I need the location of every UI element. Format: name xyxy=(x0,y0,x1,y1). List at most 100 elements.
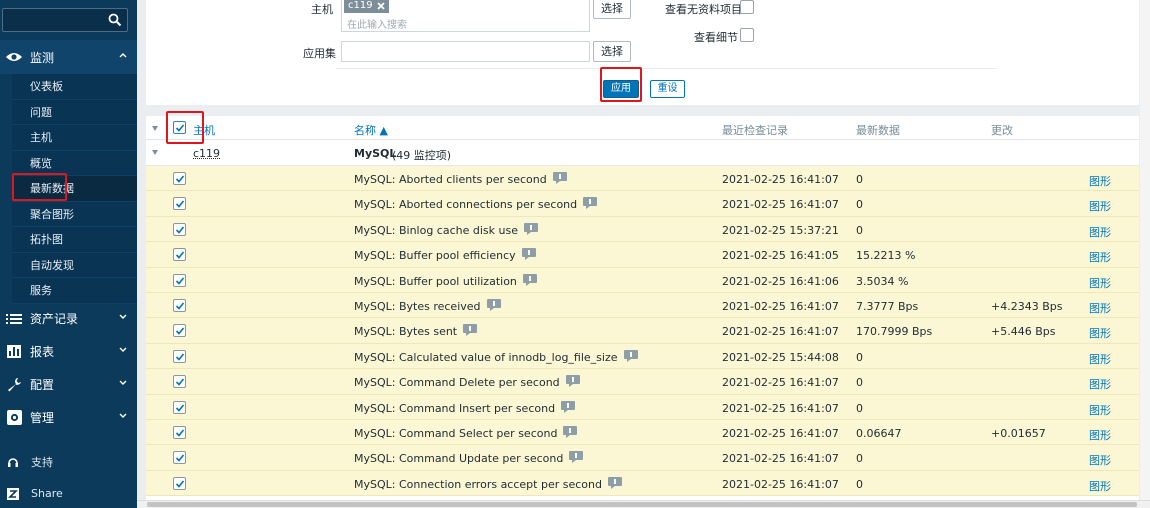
checkmark-icon xyxy=(175,175,185,183)
sidebar-item-screens[interactable]: 聚合图形 xyxy=(12,201,137,227)
table-header: 主机 名称 ▲ 最近检查记录 最新数据 更改 xyxy=(146,116,1139,140)
item-name: MySQL: Aborted connections per second xyxy=(354,197,598,211)
graph-link[interactable]: 图形 xyxy=(1089,351,1111,367)
show-nodata-label: 查看无资料项目 xyxy=(665,3,742,16)
item-name-text: MySQL: Command Update per second xyxy=(354,452,564,466)
graph-link[interactable]: 图形 xyxy=(1089,402,1111,418)
sidebar-item-latest-data[interactable]: 最新数据 xyxy=(12,176,137,202)
item-info-icon[interactable] xyxy=(563,426,578,438)
nav-section-assets[interactable]: 资产记录 xyxy=(0,302,137,335)
item-info-icon[interactable] xyxy=(583,197,598,210)
row-checkbox[interactable] xyxy=(173,375,186,389)
share-link[interactable]: Share xyxy=(0,487,137,500)
item-last-value: 0 xyxy=(856,452,863,466)
sidebar-item-hosts[interactable]: 主机 xyxy=(12,125,137,151)
item-change: +5.446 Bps xyxy=(991,325,1056,339)
sidebar-item-maps[interactable]: 拓扑图 xyxy=(12,227,137,253)
reset-button[interactable]: 重设 xyxy=(650,80,685,98)
graph-link[interactable]: 图形 xyxy=(1089,249,1111,265)
vertical-scrollbar[interactable] xyxy=(1140,0,1150,500)
table-row: MySQL: Connection errors accept per seco… xyxy=(146,470,1139,497)
collapse-all-icon[interactable] xyxy=(152,126,158,131)
graph-link[interactable]: 图形 xyxy=(1089,427,1111,443)
scrollbar-thumb[interactable] xyxy=(147,502,1137,507)
graph-link[interactable]: 图形 xyxy=(1089,198,1111,214)
sidebar-item-dashboard[interactable]: 仪表板 xyxy=(12,74,137,100)
item-name: MySQL: Bytes received xyxy=(354,299,501,313)
appset-select-button[interactable]: 选择 xyxy=(593,41,631,62)
sidebar-item-problems[interactable]: 问题 xyxy=(12,99,137,125)
graph-link[interactable]: 图形 xyxy=(1089,275,1111,291)
row-checkbox[interactable] xyxy=(173,349,186,363)
item-info-icon[interactable] xyxy=(524,222,538,235)
checkmark-icon xyxy=(175,404,185,412)
item-info-icon[interactable] xyxy=(463,324,478,337)
row-checkbox[interactable] xyxy=(173,451,186,465)
graph-link[interactable]: 图形 xyxy=(1089,300,1111,316)
item-change: +4.2343 Bps xyxy=(991,300,1063,313)
graph-link[interactable]: 图形 xyxy=(1089,376,1111,392)
item-info-icon[interactable] xyxy=(623,349,638,362)
horizontal-scrollbar[interactable] xyxy=(137,500,1150,508)
row-checkbox[interactable] xyxy=(173,273,186,287)
row-checkbox[interactable] xyxy=(173,222,186,236)
row-checkbox[interactable] xyxy=(173,324,186,338)
item-info-icon[interactable] xyxy=(522,273,537,286)
item-info-icon[interactable] xyxy=(486,299,501,311)
sidebar-item-label: 概览 xyxy=(30,156,52,170)
sidebar-item-services[interactable]: 服务 xyxy=(12,278,137,304)
appset-input[interactable] xyxy=(341,41,590,62)
support-label: 支持 xyxy=(31,456,53,469)
nav-section-config[interactable]: 配置 xyxy=(0,368,137,401)
row-checkbox[interactable] xyxy=(173,476,186,490)
nav-section-admin[interactable]: 管理 xyxy=(0,401,137,434)
graph-link[interactable]: 图形 xyxy=(1089,478,1111,494)
graph-link[interactable]: 图形 xyxy=(1089,325,1111,341)
table-row: MySQL: Command Insert per second 2021-02-… xyxy=(146,394,1139,420)
item-name-text: MySQL: Command Delete per second xyxy=(354,376,560,390)
nav-section-monitor[interactable]: 监测 xyxy=(0,40,137,74)
show-details-checkbox[interactable] xyxy=(740,28,754,42)
item-name: MySQL: Aborted clients per second xyxy=(354,172,567,186)
remove-tag-icon[interactable] xyxy=(376,2,385,10)
select-all-checkbox[interactable] xyxy=(173,121,186,134)
item-last-check: 2021-02-25 16:41:05 xyxy=(722,249,839,263)
item-last-check: 2021-02-25 16:41:07 xyxy=(722,401,839,415)
sidebar-search-input[interactable] xyxy=(2,8,128,32)
row-checkbox[interactable] xyxy=(173,172,186,185)
show-nodata-checkbox[interactable] xyxy=(740,0,754,14)
item-info-icon[interactable] xyxy=(552,172,567,184)
search-icon[interactable] xyxy=(108,13,122,27)
item-last-check: 2021-02-25 16:41:06 xyxy=(722,274,839,288)
sidebar-item-discovery[interactable]: 自动发现 xyxy=(12,252,137,278)
host-multiselect[interactable]: c119 在此输入搜索 xyxy=(341,0,590,32)
row-checkbox[interactable] xyxy=(173,400,186,414)
item-info-icon[interactable] xyxy=(521,248,536,261)
host-select-button[interactable]: 选择 xyxy=(593,0,631,19)
sidebar-item-overview[interactable]: 概览 xyxy=(12,150,137,176)
row-checkbox[interactable] xyxy=(173,248,186,262)
sidebar: 监测 仪表板 问题 主机 概览 最新数据 聚合图形 拓扑图 自动发现 服务 资产… xyxy=(0,0,137,508)
column-header-host[interactable]: 主机 xyxy=(193,122,215,138)
item-last-check: 2021-02-25 15:44:08 xyxy=(722,350,839,364)
nav-section-reports[interactable]: 报表 xyxy=(0,335,137,368)
graph-link[interactable]: 图形 xyxy=(1089,224,1111,240)
item-info-icon[interactable] xyxy=(565,375,580,388)
checkmark-icon xyxy=(175,277,185,285)
eye-icon xyxy=(4,51,24,63)
apply-button[interactable]: 应用 xyxy=(603,80,639,98)
column-header-name[interactable]: 名称 ▲ xyxy=(354,122,388,138)
item-info-icon[interactable] xyxy=(607,476,622,489)
group-host[interactable]: c119 xyxy=(193,147,220,160)
row-checkbox[interactable] xyxy=(173,197,186,211)
host-search-placeholder[interactable]: 在此输入搜索 xyxy=(347,16,407,31)
row-checkbox[interactable] xyxy=(173,299,186,312)
collapse-group-icon[interactable] xyxy=(152,150,158,155)
graph-link[interactable]: 图形 xyxy=(1089,452,1111,468)
wrench-icon xyxy=(4,377,24,392)
support-link[interactable]: 支持 xyxy=(0,454,137,470)
graph-link[interactable]: 图形 xyxy=(1089,173,1111,189)
item-info-icon[interactable] xyxy=(561,400,576,413)
row-checkbox[interactable] xyxy=(173,426,186,439)
item-info-icon[interactable] xyxy=(569,451,584,464)
